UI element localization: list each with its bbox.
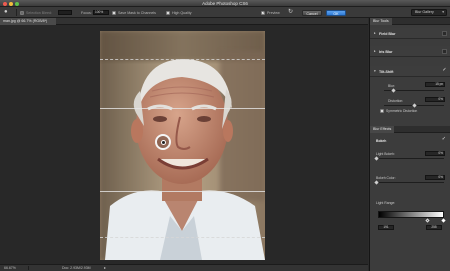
iris-blur-section[interactable]: ▸ Iris Blur (370, 46, 450, 57)
blur-tools-header: Blur Tools (370, 18, 450, 25)
light-bokeh-slider[interactable] (376, 158, 444, 159)
chevron-right-icon[interactable]: ▸ (104, 265, 106, 270)
field-blur-checkbox[interactable] (442, 31, 447, 36)
tilt-shift-label: Tilt-Shift (379, 69, 394, 74)
document-tab-bar: man.jpg @ 66.7% (RGB/8*) (0, 18, 368, 25)
blur-panel: Blur Tools ▸ Field Blur ▸ Iris Blur ▾ Ti… (369, 18, 450, 271)
blur-amount-label: Blur: (388, 84, 395, 88)
save-mask-label: Save Mask to Channels (118, 10, 156, 15)
blur-amount-slider-handle[interactable] (390, 88, 396, 93)
chevron-down-icon: ▾ (374, 69, 376, 73)
bokeh-color-slider[interactable] (376, 182, 444, 183)
tilt-shift-inner-guide-bottom[interactable] (100, 191, 265, 192)
blur-tools-tab[interactable]: Blur Tools (370, 18, 392, 25)
distortion-slider-handle[interactable] (411, 103, 417, 108)
workspace-switcher[interactable]: Blur Gallery ▾ (411, 9, 447, 16)
iris-blur-checkbox[interactable] (442, 49, 447, 54)
reset-pins-icon[interactable]: ↻ (288, 9, 295, 16)
high-quality-label: High Quality (172, 10, 192, 15)
workspace-label: Blur Gallery (415, 10, 434, 14)
blur-pin-ring[interactable] (155, 134, 171, 150)
light-range-low-handle[interactable] (425, 218, 430, 223)
high-quality-checkbox[interactable] (166, 10, 170, 15)
tilt-shift-section[interactable]: ▾ Tilt-Shift ✓ (370, 66, 450, 77)
doc-info: Doc: 2.93M/2.93M (62, 266, 91, 270)
light-bokeh-slider-handle[interactable] (373, 156, 379, 161)
portrait-illustration (100, 31, 265, 260)
tilt-shift-checkmark-icon[interactable]: ✓ (442, 68, 447, 74)
status-bar: 66.67% Doc: 2.93M/2.93M ▸ (0, 264, 368, 271)
preview-checkbox[interactable]: ✓ (261, 10, 265, 15)
bokeh-label: Bokeh (376, 139, 387, 143)
light-range-gradient[interactable] (378, 211, 444, 218)
divider (16, 9, 17, 16)
chevron-right-icon: ▸ (374, 49, 376, 53)
divider (28, 266, 29, 270)
light-bokeh-field[interactable]: 0% (425, 151, 445, 156)
preview-label: Preview (267, 10, 280, 15)
light-range-high-handle[interactable] (441, 218, 446, 223)
chevron-down-icon: ▾ (442, 10, 444, 14)
focus-label: Focus: (81, 10, 92, 15)
tilt-shift-inner-guide-top[interactable] (100, 108, 265, 109)
light-bokeh-label: Light Bokeh: (376, 152, 395, 156)
symmetric-distortion-checkbox[interactable] (380, 109, 384, 113)
light-range-label: Light Range: (376, 201, 396, 205)
save-mask-checkbox[interactable] (112, 10, 116, 15)
focus-field[interactable]: 100% (93, 10, 109, 15)
ok-button[interactable]: OK (326, 9, 346, 16)
tilt-shift-outer-guide-top[interactable] (100, 59, 265, 60)
zoom-level[interactable]: 66.67% (4, 266, 16, 270)
bokeh-color-slider-handle[interactable] (373, 180, 379, 185)
distortion-label: Distortion: (388, 99, 404, 103)
window-title: Adobe Photoshop CS6 (202, 1, 248, 6)
bokeh-color-field[interactable]: 0% (425, 175, 445, 180)
blur-pin-center[interactable] (160, 139, 166, 145)
selection-bleed-label: Selection Bleed: (26, 10, 52, 15)
blur-gallery-tool-icon[interactable]: ● (4, 9, 14, 16)
canvas-area[interactable] (0, 25, 368, 264)
field-blur-section[interactable]: ▸ Field Blur (370, 28, 450, 39)
photo-image (100, 31, 265, 260)
bokeh-color-label: Bokeh Color: (376, 176, 396, 180)
distortion-field[interactable]: 0% (425, 97, 445, 102)
field-blur-label: Field Blur (379, 31, 396, 36)
selection-bleed-field[interactable] (58, 10, 72, 15)
document-tab[interactable]: man.jpg @ 66.7% (RGB/8*) (0, 18, 56, 25)
chevron-right-icon: ▸ (374, 31, 376, 35)
title-bar: Adobe Photoshop CS6 (0, 0, 450, 7)
light-range-high-field[interactable]: 255 (426, 225, 442, 230)
blur-effects-header: Blur Effects (370, 126, 450, 133)
options-bar: ● Selection Bleed: Focus: 100% Save Mask… (0, 7, 450, 18)
selection-bleed-checkbox[interactable] (20, 10, 24, 15)
cancel-button[interactable]: Cancel (302, 9, 322, 16)
bokeh-checkmark-icon[interactable]: ✓ (442, 136, 446, 142)
tilt-shift-outer-guide-bottom[interactable] (100, 237, 265, 238)
iris-blur-label: Iris Blur (379, 49, 393, 54)
symmetric-distortion-label: Symmetric Distortion (386, 109, 418, 113)
blur-effects-tab[interactable]: Blur Effects (370, 126, 395, 133)
light-range-low-field[interactable]: 191 (378, 225, 394, 230)
document-tab-label: man.jpg @ 66.7% (RGB/8*) (3, 19, 48, 23)
blur-amount-field[interactable]: 15 px (425, 82, 445, 87)
